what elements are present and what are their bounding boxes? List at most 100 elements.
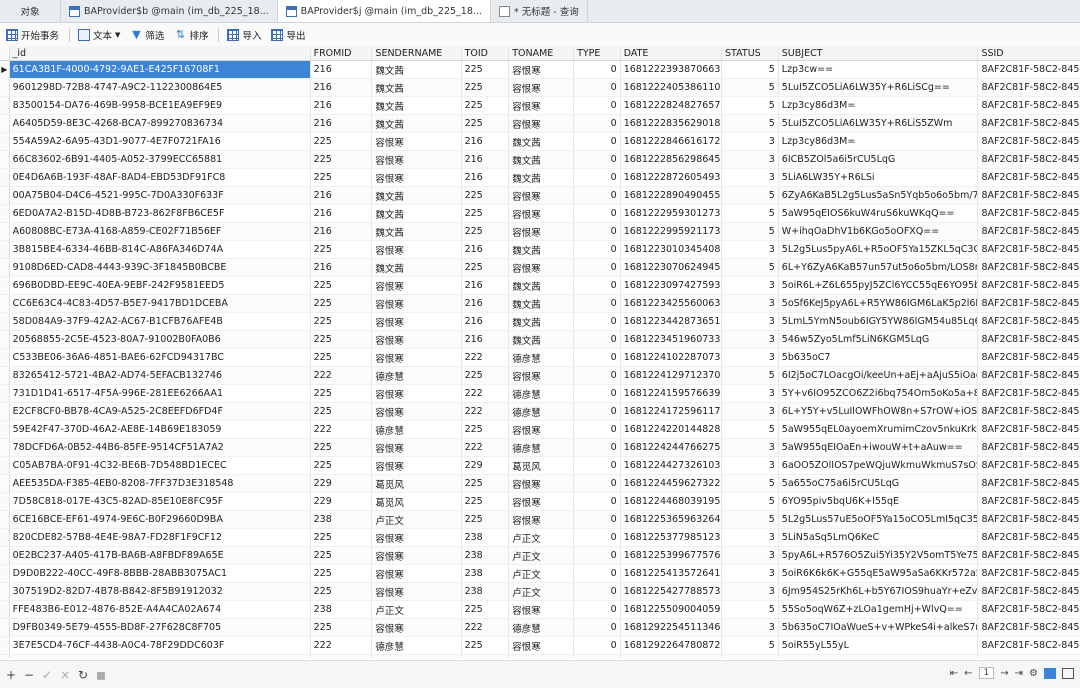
cell-toid[interactable]: 222: [461, 618, 510, 637]
cell-type[interactable]: 0: [573, 330, 621, 349]
row-header[interactable]: [0, 582, 10, 601]
cell-sendername[interactable]: 容恨寒: [371, 132, 462, 151]
table-row[interactable]: 696B0DBD-EE9C-40EA-9EBF-242F9581EED5 225 容…: [0, 276, 1080, 295]
cell-ssid[interactable]: 8AF2C81F-58C2-8459: [977, 492, 1080, 511]
cell-date[interactable]: 1681223442873651: [620, 312, 723, 331]
table-row[interactable]: 731D1D41-6517-4F5A-996E-281EE6266AA1 225 容…: [0, 384, 1080, 403]
cell-id[interactable]: 9108D6ED-CAD8-4443-939C-3F1845B0BCBE: [9, 258, 311, 277]
table-row[interactable]: C533BE06-36A6-4851-BAE6-62FCD94317BC 225 容…: [0, 348, 1080, 367]
cell-fromid[interactable]: 216: [310, 258, 373, 277]
discard-changes-button[interactable]: ×: [58, 668, 72, 682]
cell-subject[interactable]: 5b635oC7IOaWueS+v+WPkeS4i+alkeS7rOil: [778, 618, 979, 637]
cell-ssid[interactable]: 8AF2C81F-58C2-8459: [977, 78, 1080, 97]
cell-ssid[interactable]: 8AF2C81F-58C2-8459: [977, 186, 1080, 205]
cell-sendername[interactable]: 德彦慧: [371, 366, 462, 385]
cell-fromid[interactable]: 225: [310, 384, 373, 403]
cell-toid[interactable]: 216: [461, 294, 510, 313]
cell-subject[interactable]: 5aW95qEIOS6kuW4ruS6kuWKqQ==: [778, 204, 979, 223]
cell-status[interactable]: 3: [721, 618, 779, 637]
cell-id[interactable]: 66C83602-6B91-4405-A052-3799ECC65881: [9, 150, 311, 169]
delete-record-button[interactable]: −: [22, 668, 36, 682]
cell-type[interactable]: 0: [573, 546, 621, 565]
cell-toname[interactable]: 容恨寒: [508, 474, 575, 493]
cell-toname[interactable]: 魏文茜: [508, 330, 575, 349]
cell-date[interactable]: 1681224159576639: [620, 384, 723, 403]
cell-subject[interactable]: 6Jm954S25rKh6L+b5Y67IOS9huaYr+eZveW5: [778, 582, 979, 601]
row-header[interactable]: [0, 654, 10, 658]
table-row[interactable]: 3E7E5CD4-76CF-4438-A0C4-78F29DDC603F 222 德…: [0, 636, 1080, 655]
cell-id[interactable]: D9FB0349-5E79-4555-BD8F-27F628C8F705: [9, 618, 311, 637]
cell-status[interactable]: 5: [721, 366, 779, 385]
cell-fromid[interactable]: 225: [310, 294, 373, 313]
cell-subject[interactable]: 6ICB5ZOl5a6i5rCU5LqG: [778, 150, 979, 169]
cell-toid[interactable]: 225: [461, 510, 510, 529]
cell-toname[interactable]: 容恨寒: [508, 366, 575, 385]
cell-toid[interactable]: 225: [461, 222, 510, 241]
row-header[interactable]: [0, 600, 10, 619]
cell-toid[interactable]: 222: [461, 654, 510, 658]
cell-id[interactable]: 20568855-2C5E-4523-80A7-91002B0FA0B6: [9, 330, 311, 349]
cell-toid[interactable]: 225: [461, 366, 510, 385]
cell-toname[interactable]: 葛觅风: [508, 456, 575, 475]
cell-toname[interactable]: 卢正文: [508, 546, 575, 565]
cell-ssid[interactable]: 8AF2C81F-58C2-8459: [977, 240, 1080, 259]
cell-date[interactable]: 1681224220144828: [620, 420, 723, 439]
cell-fromid[interactable]: 225: [310, 456, 373, 475]
row-header[interactable]: [0, 474, 10, 493]
add-record-button[interactable]: +: [4, 668, 18, 682]
cell-status[interactable]: 5: [721, 78, 779, 97]
form-view-icon[interactable]: [1062, 667, 1074, 679]
cell-id[interactable]: 00A75B04-D4C6-4521-995C-7D0A330F633F: [9, 186, 311, 205]
cell-type[interactable]: 0: [573, 348, 621, 367]
cell-subject[interactable]: 5LmL5YmN5oub6IGY5YW86IGM54u85Lq65p: [778, 312, 979, 331]
table-row[interactable]: 59E42F47-370D-46A2-AE8E-14B69E183059 222 德…: [0, 420, 1080, 439]
cell-toname[interactable]: 容恨寒: [508, 204, 575, 223]
row-header[interactable]: [0, 312, 10, 331]
cell-sendername[interactable]: 容恨寒: [371, 564, 462, 583]
cell-status[interactable]: 3: [721, 168, 779, 187]
row-header[interactable]: [0, 420, 10, 439]
cell-date[interactable]: 1681224459627322: [620, 474, 723, 493]
grid-view-icon[interactable]: [1044, 667, 1056, 679]
cell-id[interactable]: 731D1D41-6517-4F5A-996E-281EE6266AA1: [9, 384, 311, 403]
cell-subject[interactable]: 5LiN5aSq5LmQ6KeC: [778, 528, 979, 547]
cell-fromid[interactable]: 222: [310, 636, 373, 655]
cell-type[interactable]: 0: [573, 186, 621, 205]
cell-toname[interactable]: 德彦慧: [508, 384, 575, 403]
cell-toid[interactable]: 216: [461, 330, 510, 349]
cell-status[interactable]: 3: [721, 582, 779, 601]
cell-subject[interactable]: 6L+Y5Y+v5LuIlOWFhOW8n+S7rOW+iOS6ie: [778, 402, 979, 421]
cell-sendername[interactable]: 容恨寒: [371, 438, 462, 457]
cell-type[interactable]: 0: [573, 456, 621, 475]
cell-ssid[interactable]: 8AF2C81F-58C2-8459: [977, 204, 1080, 223]
cell-subject[interactable]: 5Y+v6IO95ZCO6Z2i6bq754Om5oKo5a+85Y: [778, 384, 979, 403]
cell-date[interactable]: 1681224172596117: [620, 402, 723, 421]
cell-subject[interactable]: Lzp3cy86d3M=: [778, 96, 979, 115]
cell-date[interactable]: 1681223010345408: [620, 240, 723, 259]
cell-id[interactable]: C05AB7BA-0F91-4C32-BE6B-7D548BD1ECEC: [9, 456, 311, 475]
cell-status[interactable]: 3: [721, 348, 779, 367]
cell-fromid[interactable]: 225: [310, 582, 373, 601]
cell-ssid[interactable]: 8AF2C81F-58C2-8459: [977, 456, 1080, 475]
cell-toid[interactable]: 225: [461, 96, 510, 115]
cell-type[interactable]: 0: [573, 204, 621, 223]
cell-fromid[interactable]: 225: [310, 438, 373, 457]
text-view-button[interactable]: 文本 ▼: [78, 28, 120, 42]
table-row[interactable]: 6CE16BCE-EF61-4974-9E6C-B0F29660D9BA 238 卢…: [0, 510, 1080, 529]
stop-button[interactable]: ◼: [94, 668, 108, 682]
cell-type[interactable]: 0: [573, 258, 621, 277]
cell-id[interactable]: 58D084A9-37F9-42A2-AC67-B1CFB76AFE4B: [9, 312, 311, 331]
cell-sendername[interactable]: 卢正文: [371, 600, 462, 619]
cell-status[interactable]: 5: [721, 474, 779, 493]
cell-subject[interactable]: 6ZyA6KaB5L2g5Lus5aSn5Yqb5o6o5bm/77yM: [778, 186, 979, 205]
cell-sendername[interactable]: 容恨寒: [371, 456, 462, 475]
cell-id[interactable]: E2CF8CF0-BB78-4CA9-A525-2C8EEFD6FD4F: [9, 402, 311, 421]
cell-status[interactable]: 3: [721, 384, 779, 403]
cell-sendername[interactable]: 容恨寒: [371, 150, 462, 169]
cell-toid[interactable]: 222: [461, 438, 510, 457]
cell-fromid[interactable]: 225: [310, 168, 373, 187]
cell-sendername[interactable]: 容恨寒: [371, 168, 462, 187]
cell-fromid[interactable]: 216: [310, 204, 373, 223]
cell-date[interactable]: 1681223097427593: [620, 276, 723, 295]
cell-id[interactable]: 7D58C818-017E-43C5-82AD-85E10E8FC95F: [9, 492, 311, 511]
